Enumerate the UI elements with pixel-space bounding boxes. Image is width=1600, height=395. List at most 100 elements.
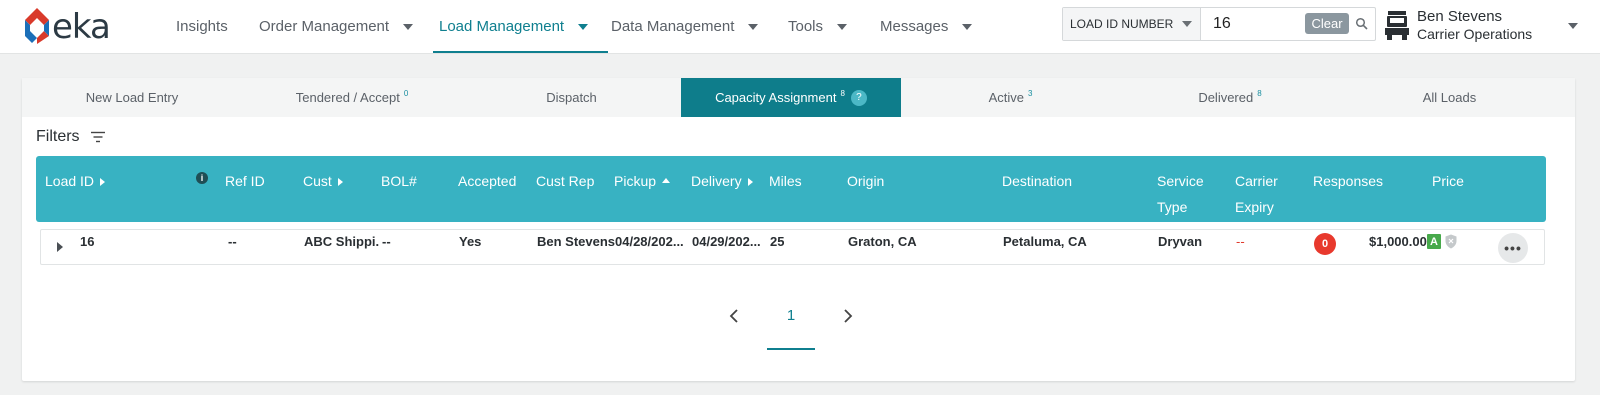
tab-tendered-accept[interactable]: Tendered / Accept 0: [242, 78, 462, 117]
chevron-left-icon[interactable]: [726, 304, 742, 328]
tab-label: Delivered: [1198, 90, 1254, 105]
col-label: Responses: [1313, 173, 1384, 189]
chevron-down-icon: [837, 23, 848, 30]
sort-icon: [747, 178, 753, 187]
col-label: Service: [1157, 173, 1204, 189]
col-label: Accepted: [458, 173, 517, 189]
cell-ref-id: --: [228, 234, 237, 249]
col-ref-id[interactable]: Ref ID: [225, 168, 265, 194]
search-icon[interactable]: [1355, 17, 1369, 31]
table-row[interactable]: 16 -- ABC Shippi... -- Yes Ben Stevens 0…: [40, 229, 1545, 265]
eka-logo-mark: [25, 8, 49, 44]
nav-label: Messages: [880, 18, 949, 35]
clear-button[interactable]: Clear: [1305, 13, 1349, 34]
col-destination[interactable]: Destination: [1002, 168, 1072, 194]
nav-load-management[interactable]: Load Management: [432, 0, 609, 53]
tab-label: Tendered / Accept: [295, 90, 400, 105]
sort-asc-icon: [662, 177, 671, 183]
cell-bol: --: [382, 234, 391, 249]
col-origin[interactable]: Origin: [847, 168, 884, 194]
tab-count: 8: [1257, 89, 1262, 98]
expand-row-icon[interactable]: [57, 242, 63, 252]
col-price[interactable]: Price: [1432, 168, 1464, 194]
cell-destination: Petaluma, CA: [1003, 234, 1087, 249]
cell-miles: 25: [770, 234, 785, 249]
nav-label: Load Management: [439, 18, 565, 35]
col-label: Pickup: [614, 173, 657, 189]
col-delivery[interactable]: Delivery: [691, 168, 753, 194]
col-label: Load ID: [45, 173, 95, 189]
nav-tools[interactable]: Tools: [788, 0, 848, 53]
user-menu[interactable]: Ben Stevens Carrier Operations: [1384, 6, 1594, 46]
table-header: Load ID i Ref ID Cust BOL# Accepted Cust…: [36, 156, 1546, 222]
responses-badge[interactable]: 0: [1314, 233, 1336, 255]
chevron-down-icon: [1568, 23, 1578, 29]
col-label: Carrier: [1235, 173, 1278, 189]
col-label: Type: [1157, 199, 1188, 215]
cell-load-id: 16: [80, 234, 95, 249]
tab-label: All Loads: [1422, 90, 1477, 105]
col-label: Origin: [847, 173, 885, 189]
col-responses[interactable]: Responses: [1313, 168, 1383, 194]
nav-label: Order Management: [259, 18, 390, 35]
nav-insights[interactable]: Insights: [176, 0, 228, 53]
col-label: Price: [1432, 173, 1464, 189]
nav-label: Data Management: [611, 18, 735, 35]
tab-delivered[interactable]: Delivered 8: [1120, 78, 1340, 117]
nav-data-management[interactable]: Data Management: [611, 0, 759, 53]
cell-delivery: 04/29/202...: [692, 234, 761, 249]
search-type-select[interactable]: LOAD ID NUMBER: [1063, 8, 1201, 40]
row-more-button[interactable]: •••: [1498, 233, 1528, 263]
cell-price: $1,000.00: [1369, 234, 1427, 249]
chevron-down-icon: [1182, 21, 1193, 27]
truck-icon: [1385, 11, 1409, 40]
loads-card: New Load Entry Tendered / Accept 0 Dispa…: [22, 78, 1575, 381]
col-miles[interactable]: Miles: [769, 168, 802, 194]
page-current[interactable]: 1: [767, 304, 815, 350]
filters-toggle[interactable]: Filters: [36, 128, 106, 146]
col-label: Miles: [769, 173, 802, 189]
tab-count: 0: [403, 89, 409, 98]
sort-icon: [337, 178, 343, 187]
info-icon[interactable]: i: [196, 172, 208, 184]
col-carrier-expiry[interactable]: Carrier Expiry: [1235, 168, 1278, 220]
nav-messages[interactable]: Messages: [880, 0, 973, 53]
col-bol[interactable]: BOL#: [381, 168, 417, 194]
chevron-down-icon: [403, 23, 414, 30]
col-service-type[interactable]: Service Type: [1157, 168, 1204, 220]
col-accepted[interactable]: Accepted: [458, 168, 516, 194]
col-label: Expiry: [1235, 199, 1274, 215]
sort-icon: [100, 178, 106, 187]
cell-cust: ABC Shippi...: [304, 234, 380, 249]
search-type-label: LOAD ID NUMBER: [1070, 17, 1174, 31]
load-status-tabs: New Load Entry Tendered / Accept 0 Dispa…: [22, 78, 1575, 117]
filter-icon: [90, 131, 105, 143]
search-input[interactable]: [1213, 15, 1303, 33]
user-role: Carrier Operations: [1417, 26, 1533, 42]
shield-icon: [1445, 234, 1457, 249]
tab-new-load-entry[interactable]: New Load Entry: [22, 78, 242, 117]
col-label: Destination: [1002, 173, 1073, 189]
user-name: Ben Stevens: [1417, 8, 1503, 25]
tab-capacity-assignment[interactable]: Capacity Assignment 8 ?: [681, 78, 901, 117]
col-pickup[interactable]: Pickup: [614, 168, 671, 194]
nav-label: Tools: [788, 18, 824, 35]
cell-carrier-expiry: --: [1236, 234, 1245, 249]
col-cust-rep[interactable]: Cust Rep: [536, 168, 594, 194]
tab-dispatch[interactable]: Dispatch: [462, 78, 681, 117]
cell-origin: Graton, CA: [848, 234, 917, 249]
tab-label: Capacity Assignment: [715, 90, 837, 105]
col-cust[interactable]: Cust: [303, 168, 343, 194]
col-label: BOL#: [381, 173, 417, 189]
chevron-right-icon[interactable]: [840, 304, 856, 328]
tab-all-loads[interactable]: All Loads: [1340, 78, 1559, 117]
chevron-down-icon: [962, 23, 973, 30]
top-bar: eka Insights Order Management Load Manag…: [0, 0, 1600, 54]
col-label: Ref ID: [225, 173, 265, 189]
tab-active[interactable]: Active 3: [901, 78, 1120, 117]
col-load-id[interactable]: Load ID: [45, 168, 106, 194]
help-icon[interactable]: ?: [850, 89, 867, 106]
eka-logo[interactable]: eka: [22, 6, 122, 47]
nav-order-management[interactable]: Order Management: [259, 0, 414, 53]
col-label: Cust: [303, 173, 332, 189]
